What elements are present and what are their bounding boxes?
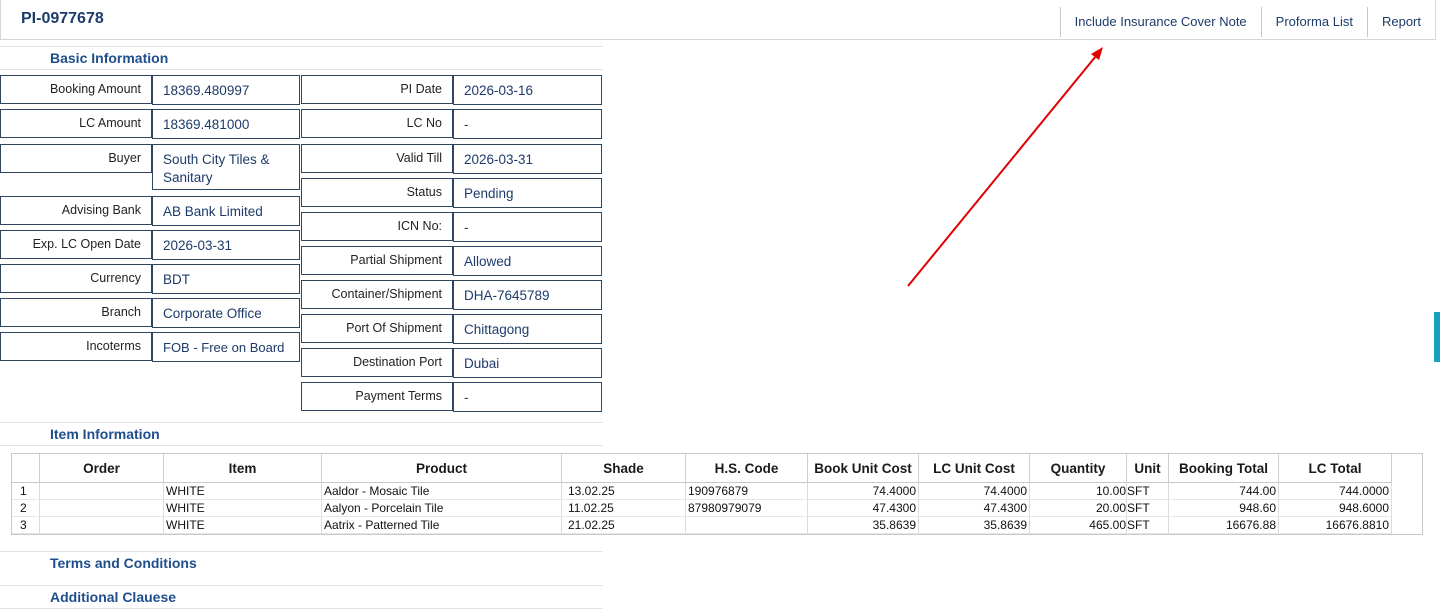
annotation-arrow-icon (907, 47, 1103, 287)
side-scroll-tab[interactable] (1434, 312, 1440, 362)
